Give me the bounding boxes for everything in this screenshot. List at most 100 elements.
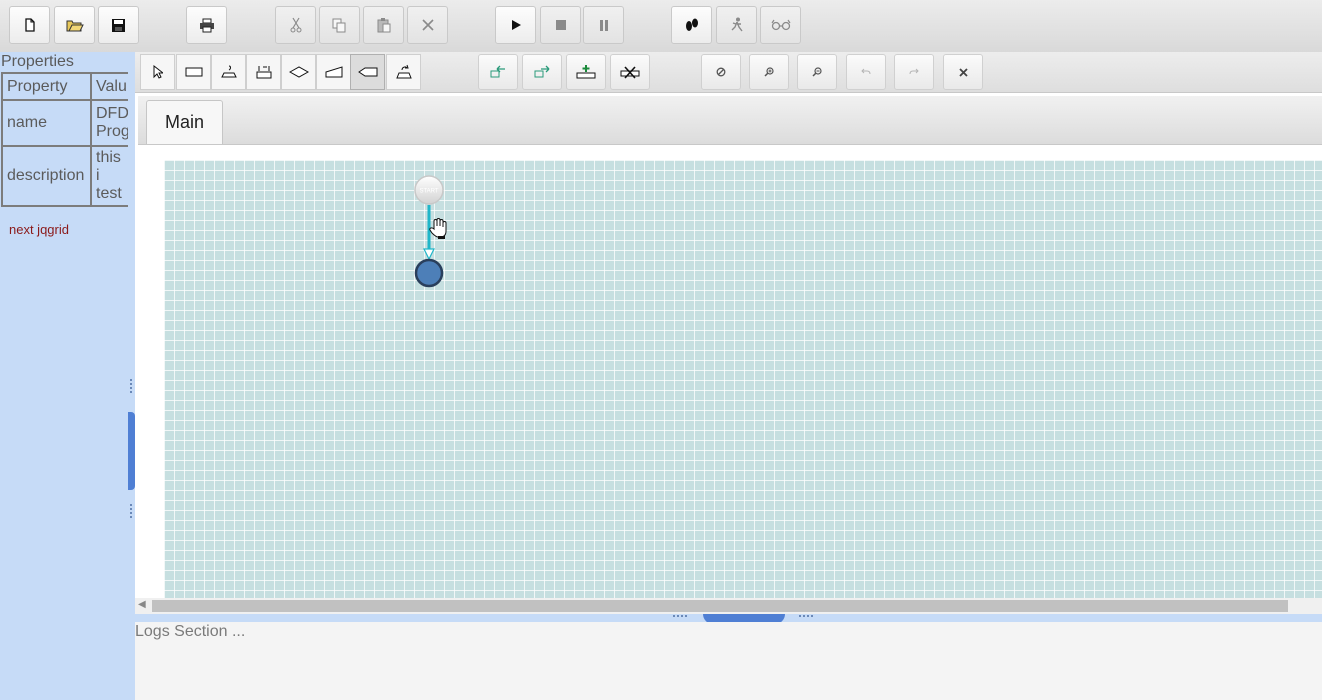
input-icon — [220, 65, 237, 78]
add-row-icon — [576, 65, 596, 79]
display-tool[interactable] — [350, 54, 385, 90]
save-button[interactable] — [98, 6, 139, 44]
table-row[interactable]: description this i test — [1, 145, 130, 207]
stop-icon — [555, 20, 566, 30]
connect-left-button[interactable] — [478, 54, 518, 90]
diagram-canvas-area: START — [138, 145, 1322, 600]
process-tool[interactable] — [246, 54, 281, 90]
decision-tool[interactable] — [281, 54, 316, 90]
input-tool[interactable] — [211, 54, 246, 90]
copy-icon — [332, 18, 346, 32]
shape-toolbar — [135, 52, 1322, 93]
play-button[interactable] — [495, 6, 536, 44]
zoom-in-icon — [764, 67, 774, 77]
start-node-label: START — [419, 189, 438, 195]
end-node-circle — [414, 258, 444, 288]
column-header-value: Valu — [90, 72, 130, 101]
close-icon — [958, 67, 968, 77]
diagram-layer: START — [414, 175, 447, 288]
open-folder-icon — [66, 20, 84, 32]
output-icon — [395, 64, 412, 79]
splitter-grip-dots — [130, 379, 134, 393]
value-line: test — [96, 185, 122, 202]
scroll-left-icon[interactable]: ◀ — [138, 599, 146, 610]
property-value-cell[interactable]: DFD Prog — [90, 99, 130, 147]
properties-title: Properties — [1, 53, 74, 70]
zoom-out-button[interactable] — [797, 54, 837, 90]
delete-icon — [421, 19, 434, 31]
output-tool[interactable] — [386, 54, 421, 90]
cut-icon — [290, 17, 301, 33]
start-node[interactable]: START — [414, 175, 444, 205]
add-row-button[interactable] — [566, 54, 606, 90]
undo-icon — [861, 68, 871, 75]
properties-header-row: Property Valu — [1, 72, 130, 101]
scrollbar-thumb[interactable] — [152, 600, 1288, 612]
step-button[interactable] — [671, 6, 712, 44]
manual-input-icon — [325, 66, 342, 78]
pause-button[interactable] — [583, 6, 624, 44]
property-value-cell[interactable]: this i test — [90, 145, 130, 207]
view-button[interactable] — [760, 6, 801, 44]
run-button[interactable] — [716, 6, 757, 44]
manual-input-tool[interactable] — [316, 54, 351, 90]
next-jqgrid-link[interactable]: next jqgrid — [9, 222, 69, 237]
print-button[interactable] — [186, 6, 227, 44]
zoom-in-button[interactable] — [749, 54, 789, 90]
connect-right-button[interactable] — [522, 54, 562, 90]
remove-row-button[interactable] — [610, 54, 650, 90]
zoom-out-icon — [812, 67, 822, 77]
left-panel-splitter[interactable] — [128, 52, 135, 700]
step-icon — [685, 18, 698, 31]
cut-button[interactable] — [275, 6, 316, 44]
horizontal-scrollbar[interactable]: ◀ — [135, 598, 1322, 614]
tab-strip: Main — [138, 96, 1322, 145]
clear-button[interactable] — [701, 54, 741, 90]
play-icon — [511, 20, 521, 30]
open-button[interactable] — [54, 6, 95, 44]
remove-row-icon — [620, 66, 640, 79]
value-line: DFD — [96, 105, 129, 122]
run-icon — [731, 17, 743, 32]
tab-main[interactable]: Main — [146, 100, 223, 144]
property-name-cell: name — [1, 99, 92, 147]
redo-button[interactable] — [894, 54, 934, 90]
value-line: this i — [96, 149, 121, 184]
end-node[interactable] — [414, 258, 444, 288]
print-icon — [199, 18, 214, 32]
copy-button[interactable] — [319, 6, 360, 44]
properties-panel: Properties Property Valu name DFD Prog d… — [0, 52, 130, 700]
rectangle-tool[interactable] — [176, 54, 211, 90]
decision-icon — [288, 66, 309, 78]
pointer-tool[interactable] — [140, 54, 175, 90]
logs-section: Logs Section ... — [135, 622, 1322, 700]
save-icon — [112, 18, 125, 32]
pointer-icon — [153, 65, 163, 79]
paste-icon — [377, 18, 390, 33]
collapse-handle[interactable] — [128, 412, 135, 490]
value-line: Prog — [96, 123, 129, 140]
splitter-grip-dots — [799, 615, 813, 620]
delete-button[interactable] — [407, 6, 448, 44]
connect-right-icon — [534, 65, 550, 78]
table-row[interactable]: name DFD Prog — [1, 99, 130, 147]
display-icon — [357, 67, 377, 77]
splitter-grip-dots — [130, 504, 134, 518]
close-diagram-button[interactable] — [943, 54, 983, 90]
new-file-button[interactable] — [9, 6, 50, 44]
logs-label: Logs Section ... — [135, 623, 246, 640]
paste-button[interactable] — [363, 6, 404, 44]
main-toolbar — [0, 0, 1322, 53]
undo-button[interactable] — [846, 54, 886, 90]
new-file-icon — [24, 18, 35, 32]
property-name-cell: description — [1, 145, 92, 207]
view-icon — [771, 19, 790, 31]
connector-arrowhead — [423, 248, 435, 261]
clear-icon — [716, 67, 726, 77]
column-header-property: Property — [1, 72, 92, 101]
properties-grid: Property Valu name DFD Prog description … — [1, 72, 130, 207]
process-icon — [256, 66, 271, 79]
splitter-grip-dots — [673, 615, 687, 620]
hand-cursor-icon — [429, 218, 447, 239]
stop-button[interactable] — [540, 6, 581, 44]
